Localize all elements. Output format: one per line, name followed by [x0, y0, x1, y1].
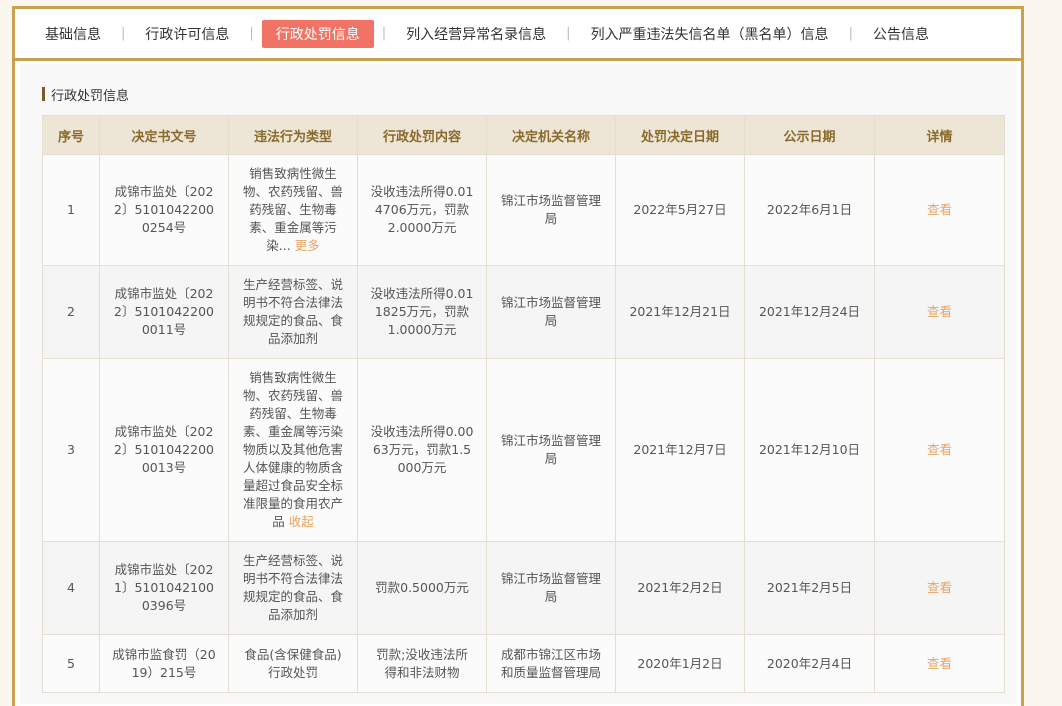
cell-publish-date: 2021年12月10日 [744, 358, 875, 542]
tab-admin-license[interactable]: 行政许可信息 [133, 20, 241, 48]
violation-text: 销售致病性微生物、农药残留、兽药残留、生物毒素、重金属等污染... [242, 166, 343, 253]
cell-decision-date: 2021年2月2日 [615, 541, 745, 635]
violation-text: 销售致病性微生物、农药残留、兽药残留、生物毒素、重金属等污染物质以及其他危害人体… [242, 370, 343, 529]
cell-authority: 锦江市场监督管理局 [486, 358, 616, 542]
header-detail: 详情 [874, 115, 1005, 155]
cell-violation-type: 销售致病性微生物、农药残留、兽药残留、生物毒素、重金属等污染物质以及其他危害人体… [228, 358, 358, 542]
tab-separator: | [121, 26, 126, 41]
header-violation-type: 违法行为类型 [228, 115, 358, 155]
cell-authority: 锦江市场监督管理局 [486, 541, 616, 635]
cell-penalty-content: 没收违法所得0.0063万元，罚款1.5000万元 [357, 358, 487, 542]
cell-detail: 查看 [874, 541, 1005, 635]
header-publish-date: 公示日期 [744, 115, 875, 155]
tab-blacklist[interactable]: 列入严重违法失信名单（黑名单）信息 [579, 20, 841, 48]
cell-authority: 锦江市场监督管理局 [486, 265, 616, 359]
header-doc-no: 决定书文号 [99, 115, 229, 155]
tab-abnormal-list[interactable]: 列入经营异常名录信息 [394, 20, 558, 48]
tab-separator: | [381, 26, 387, 41]
table-row: 3 成锦市监处〔2022〕51010422000013号 销售致病性微生物、农药… [42, 358, 1005, 542]
cell-violation-type: 食品(含保健食品)行政处罚 [228, 634, 358, 693]
cell-decision-date: 2020年1月2日 [615, 634, 745, 693]
section-marker [42, 87, 45, 101]
cell-decision-date: 2021年12月21日 [615, 265, 745, 359]
view-detail-link[interactable]: 查看 [927, 442, 952, 457]
header-no: 序号 [42, 115, 100, 155]
tab-separator: | [566, 26, 571, 41]
view-detail-link[interactable]: 查看 [927, 202, 952, 217]
cell-authority: 锦江市场监督管理局 [486, 154, 616, 266]
expand-more-link[interactable]: 更多 [295, 238, 320, 253]
cell-doc-no: 成锦市监处〔2022〕51010422000254号 [99, 154, 229, 266]
cell-publish-date: 2022年6月1日 [744, 154, 875, 266]
cell-detail: 查看 [874, 358, 1005, 542]
cell-no: 5 [42, 634, 100, 693]
cell-no: 4 [42, 541, 100, 635]
section-header: 行政处罚信息 [42, 84, 999, 104]
section-title: 行政处罚信息 [51, 88, 130, 104]
table-header-row: 序号 决定书文号 违法行为类型 行政处罚内容 决定机关名称 处罚决定日期 公示日… [42, 115, 1005, 155]
cell-decision-date: 2022年5月27日 [615, 154, 745, 266]
content-panel: 行政处罚信息 序号 决定书文号 违法行为类型 行政处罚内容 决定机关名称 处罚决… [20, 64, 1016, 704]
main-frame: 基础信息 | 行政许可信息 | 行政处罚信息 | 列入经营异常名录信息 | 列入… [12, 6, 1024, 706]
cell-publish-date: 2020年2月4日 [744, 634, 875, 693]
tab-admin-penalty[interactable]: 行政处罚信息 [261, 19, 374, 48]
cell-doc-no: 成锦市监处〔2022〕51010422000013号 [99, 358, 229, 542]
cell-no: 1 [42, 154, 100, 266]
view-detail-link[interactable]: 查看 [927, 656, 952, 671]
cell-violation-type: 销售致病性微生物、农药残留、兽药残留、生物毒素、重金属等污染... 更多 [228, 154, 358, 266]
table-row: 1 成锦市监处〔2022〕51010422000254号 销售致病性微生物、农药… [42, 154, 1005, 266]
cell-detail: 查看 [874, 634, 1005, 693]
header-authority: 决定机关名称 [486, 115, 616, 155]
cell-no: 2 [42, 265, 100, 359]
penalty-table: 序号 决定书文号 违法行为类型 行政处罚内容 决定机关名称 处罚决定日期 公示日… [42, 115, 1005, 693]
cell-violation-type: 生产经营标签、说明书不符合法律法规规定的食品、食品添加剂 [228, 541, 358, 635]
cell-publish-date: 2021年2月5日 [744, 541, 875, 635]
cell-no: 3 [42, 358, 100, 542]
header-decision-date: 处罚决定日期 [615, 115, 745, 155]
table-row: 4 成锦市监处〔2021〕51010421000396号 生产经营标签、说明书不… [42, 541, 1005, 635]
table-row: 2 成锦市监处〔2022〕51010422000011号 生产经营标签、说明书不… [42, 265, 1005, 359]
view-detail-link[interactable]: 查看 [927, 580, 952, 595]
tab-separator: | [848, 26, 853, 41]
tab-basic-info[interactable]: 基础信息 [33, 20, 113, 48]
cell-detail: 查看 [874, 154, 1005, 266]
cell-detail: 查看 [874, 265, 1005, 359]
table-row: 5 成锦市监食罚（2019）215号 食品(含保健食品)行政处罚 罚款;没收违法… [42, 634, 1005, 693]
cell-penalty-content: 没收违法所得0.011825万元，罚款1.0000万元 [357, 265, 487, 359]
view-detail-link[interactable]: 查看 [927, 304, 952, 319]
tab-announcement[interactable]: 公告信息 [861, 20, 941, 48]
cell-doc-no: 成锦市监处〔2022〕51010422000011号 [99, 265, 229, 359]
cell-authority: 成都市锦江区市场和质量监督管理局 [486, 634, 616, 693]
cell-publish-date: 2021年12月24日 [744, 265, 875, 359]
cell-penalty-content: 没收违法所得0.014706万元，罚款2.0000万元 [357, 154, 487, 266]
cell-penalty-content: 罚款;没收违法所得和非法财物 [357, 634, 487, 693]
collapse-link[interactable]: 收起 [289, 514, 314, 529]
tab-bar: 基础信息 | 行政许可信息 | 行政处罚信息 | 列入经营异常名录信息 | 列入… [15, 9, 1021, 61]
cell-penalty-content: 罚款0.5000万元 [357, 541, 487, 635]
tab-separator: | [249, 26, 254, 41]
cell-violation-type: 生产经营标签、说明书不符合法律法规规定的食品、食品添加剂 [228, 265, 358, 359]
cell-doc-no: 成锦市监食罚（2019）215号 [99, 634, 229, 693]
cell-doc-no: 成锦市监处〔2021〕51010421000396号 [99, 541, 229, 635]
header-penalty-content: 行政处罚内容 [357, 115, 487, 155]
cell-decision-date: 2021年12月7日 [615, 358, 745, 542]
